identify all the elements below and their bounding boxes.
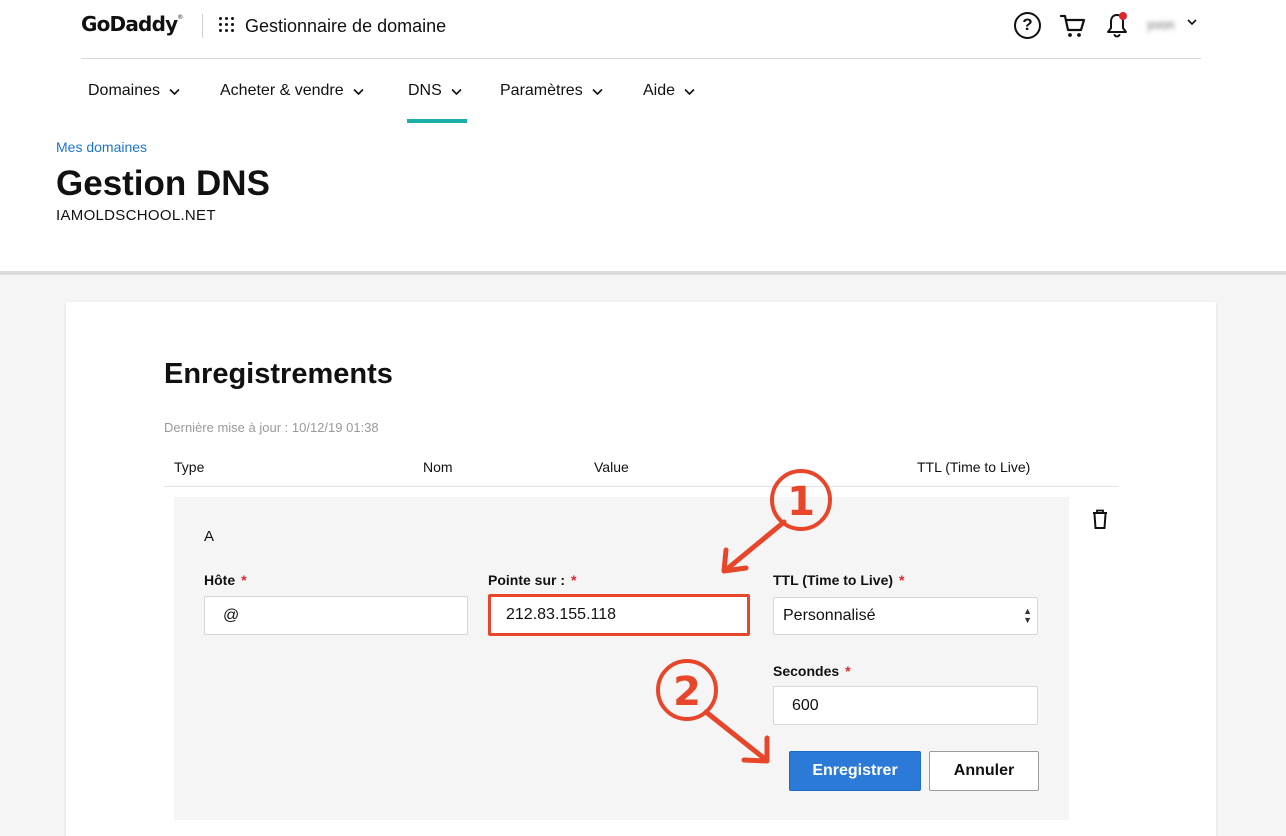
table-header-divider: [164, 486, 1119, 487]
chevron-down-icon: [451, 88, 462, 96]
nav-label: DNS: [408, 82, 442, 99]
nav-label: Domaines: [88, 82, 161, 99]
trash-icon[interactable]: [1090, 508, 1110, 530]
godaddy-logo[interactable]: GoDaddy®: [81, 12, 183, 36]
nav-label: Acheter & vendre: [220, 82, 344, 99]
save-button[interactable]: Enregistrer: [789, 751, 921, 791]
points-to-label: Pointe sur : *: [488, 572, 577, 588]
points-to-input[interactable]: [488, 594, 750, 636]
user-name[interactable]: yvon: [1147, 17, 1174, 32]
column-header-nom[interactable]: Nom: [423, 459, 453, 475]
nav-active-indicator: [407, 119, 467, 123]
user-menu-chevron-icon[interactable]: [1186, 16, 1198, 28]
ttl-label: TTL (Time to Live) *: [773, 572, 905, 588]
nav-label: Paramètres: [500, 82, 583, 99]
notification-badge: [1119, 12, 1127, 20]
nav-parametres[interactable]: Paramètres: [500, 82, 603, 100]
chevron-down-icon: [592, 88, 603, 96]
nav-aide[interactable]: Aide: [643, 82, 695, 100]
select-arrows-icon: ▲ ▼: [1023, 606, 1032, 625]
ttl-select[interactable]: Personnalisé ▲ ▼: [773, 597, 1038, 635]
records-title: Enregistrements: [164, 358, 393, 390]
cart-icon[interactable]: [1060, 13, 1086, 39]
header-divider: [202, 14, 203, 38]
cancel-button[interactable]: Annuler: [929, 751, 1039, 791]
column-header-ttl[interactable]: TTL (Time to Live): [917, 459, 1030, 475]
chevron-down-icon: [684, 88, 695, 96]
seconds-input[interactable]: [773, 686, 1038, 725]
nav-label: Aide: [643, 82, 676, 99]
chevron-down-icon: [353, 88, 364, 96]
help-icon[interactable]: ?: [1014, 12, 1041, 39]
nav-domaines[interactable]: Domaines: [88, 82, 180, 100]
ttl-selected-value: Personnalisé: [783, 607, 876, 624]
domain-name: IAMOLDSCHOOL.NET: [56, 207, 216, 224]
page-title: Gestion DNS: [56, 164, 270, 203]
host-label: Hôte *: [204, 572, 247, 588]
column-header-value[interactable]: Value: [594, 459, 629, 475]
nav-acheter-vendre[interactable]: Acheter & vendre: [220, 82, 364, 100]
header-separator: [81, 58, 1201, 59]
breadcrumb-mes-domaines[interactable]: Mes domaines: [56, 139, 147, 155]
app-title: Gestionnaire de domaine: [245, 16, 447, 36]
record-type: A: [204, 528, 215, 545]
column-header-type[interactable]: Type: [174, 459, 204, 475]
nav-dns[interactable]: DNS: [408, 82, 462, 100]
app-grid-icon[interactable]: [219, 17, 235, 33]
seconds-label: Secondes *: [773, 663, 851, 679]
chevron-down-icon: [169, 88, 180, 96]
last-update-text: Dernière mise à jour : 10/12/19 01:38: [164, 420, 379, 435]
top-header: GoDaddy® Gestionnaire de domaine ? yvon …: [0, 0, 1286, 272]
host-input[interactable]: [204, 596, 468, 635]
